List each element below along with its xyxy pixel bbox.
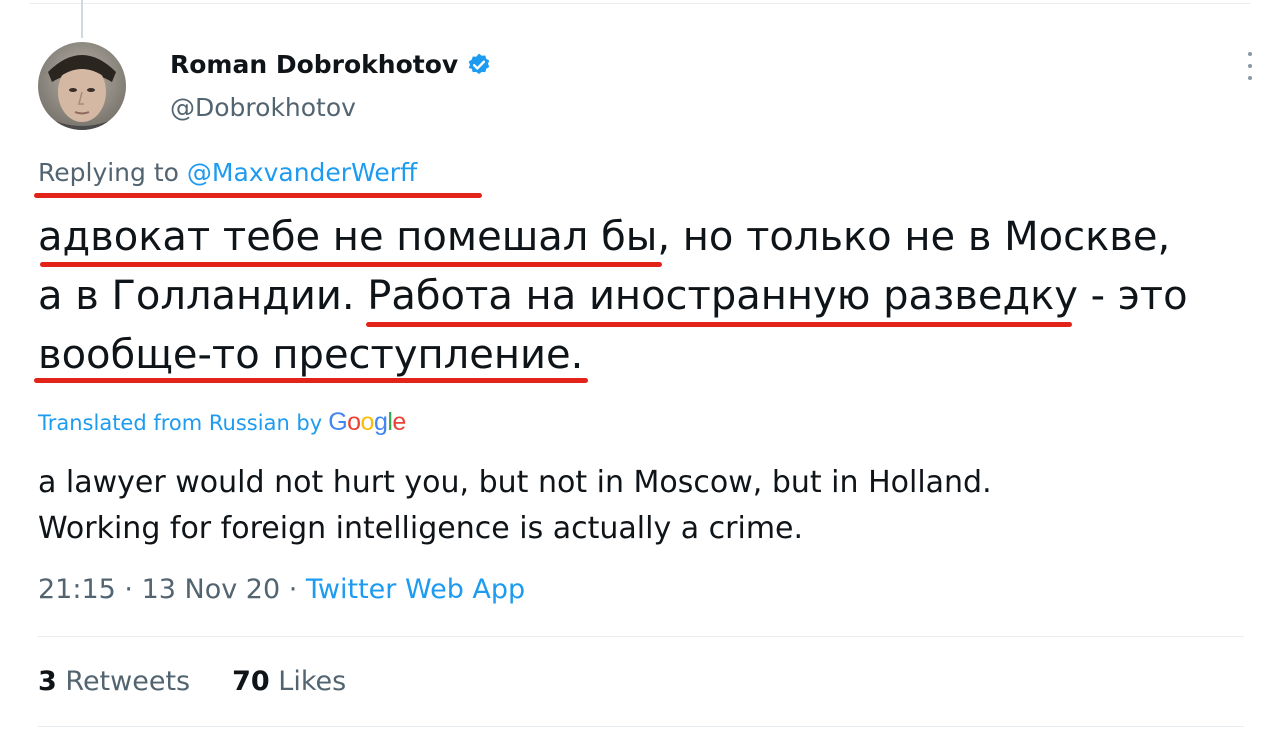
highlight-underline (366, 322, 1072, 327)
verified-badge-icon (466, 52, 492, 78)
replying-to: Replying to @MaxvanderWerff (38, 158, 417, 187)
tweet-meta: 21:15 · 13 Nov 20 · Twitter Web App (38, 574, 525, 605)
highlight-underline (34, 193, 482, 198)
meta-separator: · (280, 574, 306, 605)
translated-text: a lawyer would not hurt you, but not in … (38, 460, 1238, 552)
stats-divider-bottom (38, 726, 1244, 727)
author-display-name[interactable]: Roman Dobrokhotov (170, 50, 458, 79)
retweets-count: 3 (38, 666, 57, 697)
tweet-text-line-1: адвокат тебе не помешал бы, но только не… (38, 214, 1171, 260)
likes-count: 70 (232, 666, 270, 697)
tweet-date[interactable]: 13 Nov 20 (142, 574, 281, 605)
translation-label: Translated from Russian by (38, 411, 323, 435)
highlight-underline (34, 378, 588, 383)
likes-stat[interactable]: 70 Likes (232, 666, 346, 697)
tweet-source-link[interactable]: Twitter Web App (306, 574, 525, 605)
thread-connector-line (81, 0, 83, 38)
translated-text-line-1: a lawyer would not hurt you, but not in … (38, 465, 992, 500)
stats-divider-top (38, 636, 1244, 637)
tweet-time[interactable]: 21:15 (38, 574, 116, 605)
tweet-text-line-2: а в Голландии. Работа на иностранную раз… (38, 273, 1188, 319)
retweets-stat[interactable]: 3 Retweets (38, 666, 190, 697)
avatar[interactable] (38, 42, 126, 130)
top-divider (30, 3, 1250, 4)
author-name-row[interactable]: Roman Dobrokhotov (170, 50, 492, 79)
highlight-underline (40, 262, 662, 267)
retweets-label: Retweets (65, 666, 191, 697)
tweet-stats: 3 Retweets 70 Likes (38, 666, 346, 697)
replying-to-label: Replying to (38, 158, 187, 187)
translated-text-line-2: Working for foreign intelligence is actu… (38, 511, 804, 546)
more-options-icon[interactable] (1246, 52, 1254, 80)
meta-separator: · (115, 574, 142, 605)
google-logo: Google (328, 408, 406, 436)
author-handle[interactable]: @Dobrokhotov (170, 93, 356, 122)
likes-label: Likes (278, 666, 347, 697)
translation-attribution: Translated from Russian by Google (38, 408, 406, 437)
tweet-text-line-3: вообще-то преступление. (38, 332, 584, 378)
reply-mention-link[interactable]: @MaxvanderWerff (187, 158, 417, 187)
tweet-text: адвокат тебе не помешал бы, но только не… (38, 208, 1248, 385)
